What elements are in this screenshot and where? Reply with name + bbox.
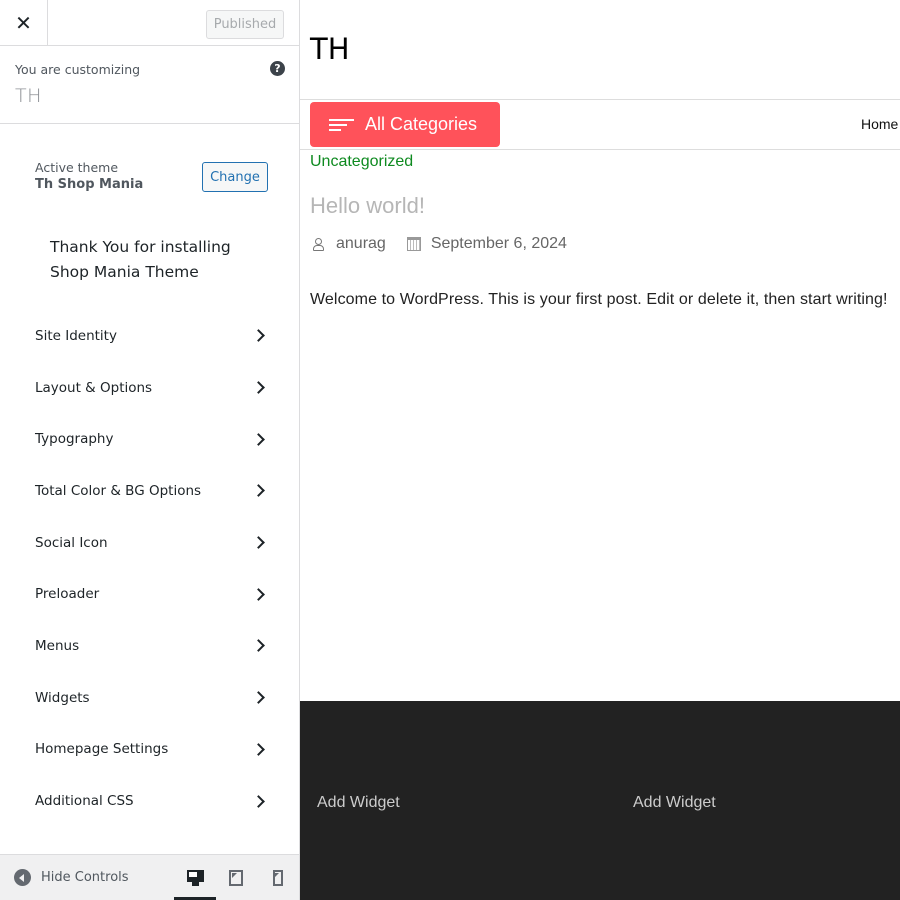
- customizing-label: You are customizing: [15, 62, 141, 77]
- section-label: Site Identity: [35, 327, 117, 344]
- post-excerpt: Welcome to WordPress. This is your first…: [310, 291, 888, 308]
- section-label: Typography: [35, 431, 114, 448]
- customizing-info: You are customizing TH ?: [0, 46, 299, 124]
- site-preview: TH All Categories Home Uncategorized Hel…: [300, 0, 900, 900]
- chevron-right-icon: [252, 691, 265, 705]
- all-categories-label: All Categories: [365, 114, 478, 134]
- section-label: Layout & Options: [35, 379, 153, 396]
- chevron-right-icon: [252, 484, 265, 498]
- section-label: Widgets: [35, 689, 90, 706]
- section-label: Social Icon: [35, 534, 108, 551]
- hide-controls-button[interactable]: Hide Controls: [14, 869, 129, 886]
- section-social-icon[interactable]: Social Icon: [0, 517, 299, 569]
- section-label: Homepage Settings: [35, 741, 169, 758]
- section-label: Total Color & BG Options: [35, 482, 202, 499]
- all-categories-button[interactable]: All Categories: [310, 102, 500, 147]
- post-meta: anurag September 6, 2024: [310, 235, 567, 253]
- section-layout-options[interactable]: Layout & Options: [0, 362, 299, 414]
- close-icon: ✕: [15, 10, 32, 35]
- section-widgets[interactable]: Widgets: [0, 672, 299, 724]
- section-label: Additional CSS: [35, 793, 134, 810]
- section-typography[interactable]: Typography: [0, 413, 299, 465]
- preview-mobile-button[interactable]: [257, 855, 299, 900]
- active-theme-label: Active theme: [35, 160, 119, 175]
- chevron-right-icon: [252, 536, 265, 549]
- tablet-icon: [229, 870, 243, 886]
- active-theme-panel: Active theme Th Shop Mania Change: [0, 124, 299, 214]
- customizer-footer: Hide Controls: [0, 854, 299, 900]
- post-date[interactable]: September 6, 2024: [431, 235, 567, 253]
- menu-icon: [329, 118, 354, 131]
- calendar-icon: [406, 237, 421, 251]
- change-theme-button[interactable]: Change: [202, 162, 268, 192]
- section-list: Site Identity Layout & Options Typograph…: [0, 310, 299, 827]
- desktop-icon: [186, 870, 204, 886]
- customizing-site-name: TH: [15, 85, 42, 107]
- chevron-right-icon: [252, 432, 265, 446]
- chevron-right-icon: [252, 381, 265, 394]
- section-label: Menus: [35, 637, 80, 654]
- navigation-bar: All Categories Home: [300, 99, 900, 150]
- site-footer: Add Widget Add Widget: [300, 701, 900, 900]
- active-theme-name: Th Shop Mania: [35, 177, 144, 192]
- preview-tablet-button[interactable]: [215, 855, 257, 900]
- chevron-right-icon: [252, 794, 265, 808]
- section-site-identity[interactable]: Site Identity: [0, 310, 299, 362]
- section-label: Preloader: [35, 586, 100, 603]
- section-preloader[interactable]: Preloader: [0, 568, 299, 620]
- nav-home-link[interactable]: Home: [861, 116, 898, 132]
- hide-controls-label: Hide Controls: [41, 870, 129, 885]
- section-color-bg-options[interactable]: Total Color & BG Options: [0, 465, 299, 517]
- chevron-right-icon: [252, 742, 265, 756]
- user-icon: [313, 238, 324, 251]
- close-button[interactable]: ✕: [0, 0, 48, 45]
- chevron-right-icon: [252, 587, 265, 601]
- chevron-right-icon: [252, 329, 265, 343]
- add-widget-link[interactable]: Add Widget: [317, 794, 400, 812]
- customizer-header: ✕ Published: [0, 0, 299, 46]
- customizer-sidebar: ✕ Published You are customizing TH ? Act…: [0, 0, 300, 900]
- site-title[interactable]: TH: [310, 32, 350, 66]
- mobile-icon: [273, 870, 283, 886]
- theme-notice-line2: Shop Mania Theme: [50, 263, 199, 281]
- post-author[interactable]: anurag: [336, 235, 386, 253]
- theme-notice: Thank You for installing Shop Mania Them…: [50, 235, 231, 285]
- theme-notice-line1: Thank You for installing: [50, 238, 231, 256]
- section-additional-css[interactable]: Additional CSS: [0, 775, 299, 827]
- post-category-link[interactable]: Uncategorized: [310, 153, 413, 171]
- collapse-arrow-icon: [14, 869, 31, 886]
- section-menus[interactable]: Menus: [0, 620, 299, 672]
- chevron-right-icon: [252, 639, 265, 653]
- section-homepage-settings[interactable]: Homepage Settings: [0, 724, 299, 776]
- add-widget-link[interactable]: Add Widget: [633, 794, 716, 812]
- published-button[interactable]: Published: [206, 10, 284, 39]
- preview-desktop-button[interactable]: [174, 855, 216, 900]
- help-icon[interactable]: ?: [270, 61, 285, 76]
- post-title[interactable]: Hello world!: [310, 193, 425, 219]
